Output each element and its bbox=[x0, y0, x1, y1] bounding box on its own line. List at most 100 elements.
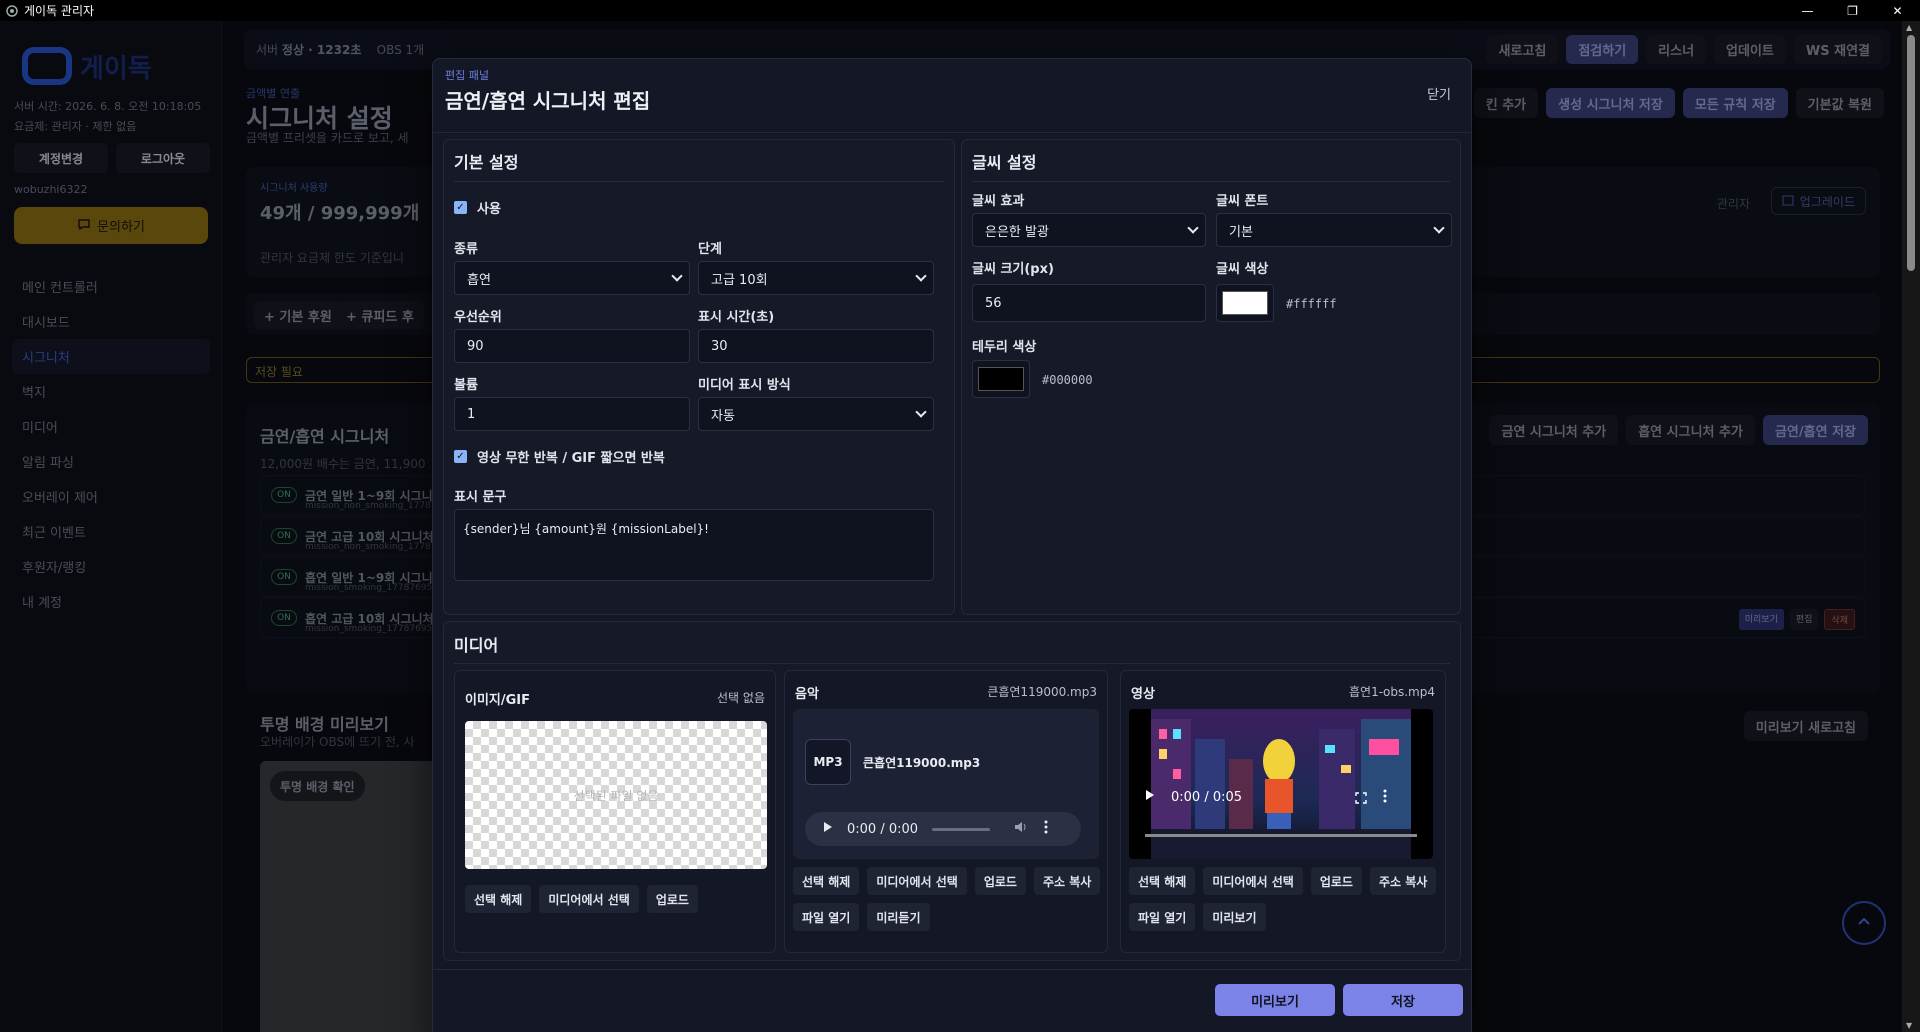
app-root: 게이독 서버 시간: 2026. 6. 8. 오전 10:18:05 요금제: … bbox=[0, 21, 1902, 1032]
effect-label: 글씨 효과 bbox=[972, 194, 1025, 209]
size-input[interactable]: 56 bbox=[972, 284, 1206, 322]
minimize-icon[interactable]: — bbox=[1785, 0, 1830, 21]
more-icon[interactable] bbox=[1044, 820, 1048, 838]
chevron-down-icon bbox=[1187, 222, 1199, 234]
app-icon bbox=[6, 4, 18, 17]
audio-file: 큰흡연119000.mp3 bbox=[987, 685, 1097, 699]
audio-time: 0:00 / 0:00 bbox=[847, 821, 919, 837]
volume-label: 볼륨 bbox=[454, 378, 478, 393]
type-label: 종류 bbox=[454, 242, 478, 257]
media-card: 미디어 이미지/GIF 선택 없음 선택된 파일 없음 선택 해제 미디어에서 … bbox=[443, 621, 1461, 961]
divider bbox=[972, 181, 1450, 182]
image-panel: 이미지/GIF 선택 없음 선택된 파일 없음 선택 해제 미디어에서 선택 업… bbox=[454, 670, 776, 953]
chevron-down-icon bbox=[671, 270, 683, 282]
video-upload-button[interactable]: 업로드 bbox=[1310, 867, 1362, 895]
scrollbar-thumb[interactable] bbox=[1907, 35, 1915, 271]
priority-label: 우선순위 bbox=[454, 310, 502, 325]
duration-input[interactable]: 30 bbox=[698, 329, 934, 363]
audio-progress[interactable] bbox=[932, 827, 991, 831]
audio-preview: MP3 큰흡연119000.mp3 0:00 / 0:00 bbox=[793, 709, 1099, 859]
play-icon[interactable] bbox=[823, 821, 833, 837]
modal-close-button[interactable]: 닫기 bbox=[1427, 84, 1451, 103]
video-clear-button[interactable]: 선택 해제 bbox=[1129, 867, 1196, 895]
fullscreen-icon[interactable] bbox=[1355, 789, 1367, 808]
checkbox-checked-icon[interactable]: ✓ bbox=[454, 450, 467, 463]
audio-open-file-button[interactable]: 파일 열기 bbox=[793, 903, 860, 931]
window-titlebar: 게이독 관리자 — ❐ ✕ bbox=[0, 0, 1920, 21]
text-color-swatch[interactable] bbox=[1216, 284, 1274, 322]
effect-select[interactable]: 은은한 발광 bbox=[972, 213, 1206, 247]
video-label: 영상 bbox=[1131, 687, 1155, 702]
scroll-down-icon[interactable]: ▼ bbox=[1906, 1021, 1912, 1030]
loop-checkbox[interactable]: ✓ 영상 무한 반복 / GIF 짧으면 반복 bbox=[454, 447, 665, 466]
video-open-file-button[interactable]: 파일 열기 bbox=[1129, 903, 1196, 931]
divider bbox=[433, 969, 1471, 970]
video-panel: 영상 흡연1-obs.mp4 0:00 / 0:05 선택 해제 미디어에서 선… bbox=[1120, 670, 1446, 953]
divider bbox=[454, 663, 1450, 664]
text-textarea[interactable]: {sender}님 {amount}원 {missionLabel}! bbox=[454, 509, 934, 581]
modal-title: 금연/흡연 시그니처 편집 bbox=[445, 89, 651, 113]
stroke-color-swatch[interactable] bbox=[972, 360, 1030, 398]
text-color-preview bbox=[1222, 291, 1268, 315]
enabled-checkbox[interactable]: ✓ 사용 bbox=[454, 198, 501, 217]
audio-clear-button[interactable]: 선택 해제 bbox=[793, 867, 860, 895]
volume-input[interactable]: 1 bbox=[454, 397, 690, 431]
priority-input[interactable]: 90 bbox=[454, 329, 690, 363]
stroke-color-hex: #000000 bbox=[1042, 373, 1093, 387]
window-title: 게이독 관리자 bbox=[24, 4, 95, 18]
text-settings-heading: 글씨 설정 bbox=[972, 153, 1037, 172]
scrollbar[interactable]: ▲ ▼ bbox=[1902, 21, 1920, 1032]
video-from-media-button[interactable]: 미디어에서 선택 bbox=[1203, 867, 1303, 895]
close-window-icon[interactable]: ✕ bbox=[1875, 0, 1920, 21]
preview-button[interactable]: 미리보기 bbox=[1215, 984, 1335, 1016]
restore-icon[interactable]: ❐ bbox=[1830, 0, 1875, 21]
save-button[interactable]: 저장 bbox=[1343, 984, 1463, 1016]
image-status: 선택 없음 bbox=[717, 691, 765, 705]
video-preview-button[interactable]: 미리보기 bbox=[1203, 903, 1266, 931]
media-mode-select[interactable]: 자동 bbox=[698, 397, 934, 431]
video-controls: 0:00 / 0:05 bbox=[1145, 789, 1242, 805]
scroll-up-icon[interactable]: ▲ bbox=[1906, 23, 1912, 32]
video-player[interactable]: 0:00 / 0:05 bbox=[1129, 709, 1433, 859]
image-clear-button[interactable]: 선택 해제 bbox=[465, 885, 532, 913]
mp3-icon: MP3 bbox=[805, 739, 851, 785]
video-copy-url-button[interactable]: 주소 복사 bbox=[1369, 867, 1437, 895]
image-from-media-button[interactable]: 미디어에서 선택 bbox=[539, 885, 639, 913]
audio-copy-url-button[interactable]: 주소 복사 bbox=[1033, 867, 1101, 895]
basic-settings-heading: 기본 설정 bbox=[454, 153, 519, 172]
media-heading: 미디어 bbox=[454, 636, 499, 655]
text-label: 표시 문구 bbox=[454, 490, 507, 505]
play-icon[interactable] bbox=[1145, 789, 1155, 805]
type-select[interactable]: 흡연 bbox=[454, 261, 690, 295]
audio-preview-button[interactable]: 미리듣기 bbox=[867, 903, 930, 931]
basic-settings-card: 기본 설정 ✓ 사용 종류 흡연 단계 고급 10회 우선순위 90 표시 시간… bbox=[443, 139, 955, 615]
chevron-down-icon bbox=[1433, 222, 1445, 234]
image-upload-button[interactable]: 업로드 bbox=[646, 885, 698, 913]
size-label: 글씨 크기(px) bbox=[972, 262, 1054, 277]
chevron-down-icon bbox=[915, 270, 927, 282]
audio-name: 큰흡연119000.mp3 bbox=[863, 756, 981, 770]
checkbox-checked-icon[interactable]: ✓ bbox=[454, 201, 467, 214]
volume-icon[interactable] bbox=[1014, 821, 1028, 837]
audio-player[interactable]: 0:00 / 0:00 bbox=[805, 812, 1081, 846]
color-label: 글씨 색상 bbox=[1216, 262, 1269, 277]
font-select[interactable]: 기본 bbox=[1216, 213, 1452, 247]
more-icon[interactable] bbox=[1383, 788, 1387, 807]
audio-panel: 음악 큰흡연119000.mp3 MP3 큰흡연119000.mp3 0:00 … bbox=[784, 670, 1108, 953]
audio-upload-button[interactable]: 업로드 bbox=[974, 867, 1026, 895]
text-settings-card: 글씨 설정 글씨 효과 은은한 발광 글씨 폰트 기본 글씨 크기(px) 56… bbox=[961, 139, 1461, 615]
divider bbox=[433, 132, 1471, 133]
audio-label: 음악 bbox=[795, 687, 819, 702]
stroke-label: 테두리 색상 bbox=[972, 340, 1037, 355]
video-progress[interactable] bbox=[1145, 834, 1417, 837]
modal-eyebrow: 편집 패널 bbox=[445, 69, 489, 82]
audio-from-media-button[interactable]: 미디어에서 선택 bbox=[867, 867, 967, 895]
stroke-color-preview bbox=[978, 367, 1024, 391]
image-label: 이미지/GIF bbox=[465, 693, 531, 708]
divider bbox=[454, 181, 944, 182]
chevron-down-icon bbox=[915, 406, 927, 418]
duration-label: 표시 시간(초) bbox=[698, 310, 775, 325]
level-label: 단계 bbox=[698, 242, 722, 257]
level-select[interactable]: 고급 10회 bbox=[698, 261, 934, 295]
image-preview[interactable]: 선택된 파일 없음 bbox=[465, 721, 767, 869]
